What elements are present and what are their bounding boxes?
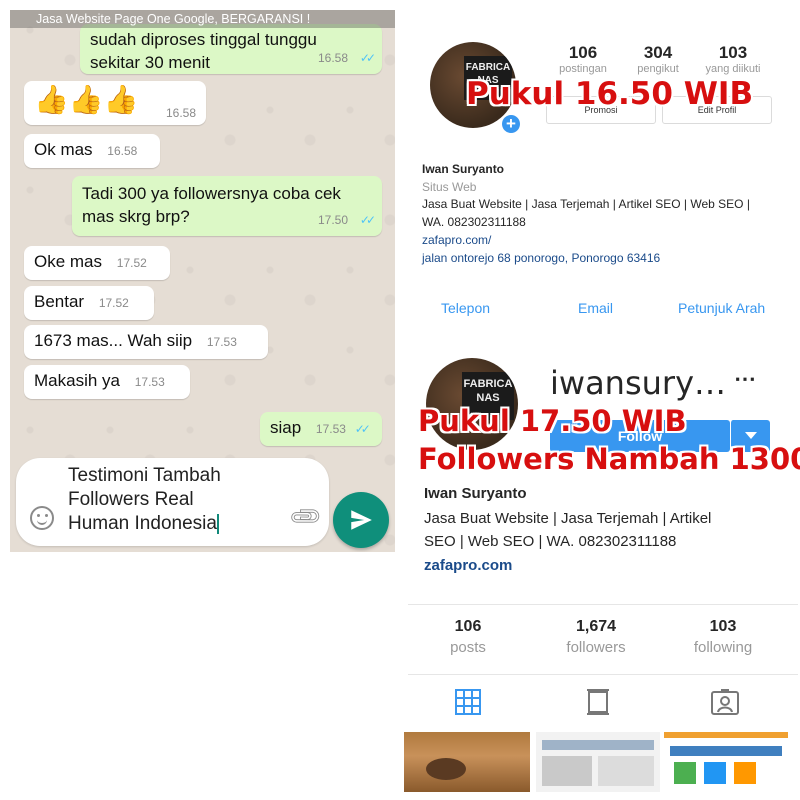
instagram-profile-before: FABRICA NAS + 106 postingan 304 pengikut…	[408, 10, 798, 340]
count-label: posts	[450, 639, 486, 656]
paperclip-icon[interactable]: 📎︎	[287, 498, 325, 536]
profile-name: Iwan Suryanto	[422, 162, 505, 176]
post-thumbnail[interactable]	[664, 732, 788, 792]
thumbnail-image	[598, 756, 654, 786]
instagram-profile-after: FABRICA NAS iwansury… ⋯ Follow Pukul 17.…	[404, 352, 800, 800]
profile-category: Situs Web	[422, 180, 477, 194]
profile-bio-line: Jasa Buat Website | Jasa Terjemah | Arti…	[424, 510, 712, 527]
whatsapp-chat-panel: Jasa Website Page One Google, BERGARANSI…	[10, 10, 395, 552]
stat-posts[interactable]: 106 postingan	[548, 43, 618, 75]
text-caret	[216, 513, 219, 534]
chat-bubble[interactable]: Bentar 17.52	[24, 286, 154, 320]
time-overlay-after: Pukul 17.50 WIB	[418, 404, 687, 438]
message-time: 16.58	[165, 106, 196, 120]
tagged-icon[interactable]	[710, 688, 740, 721]
count-value: 103	[709, 618, 737, 635]
directions-button[interactable]: Petunjuk Arah	[678, 300, 765, 316]
send-icon	[351, 510, 372, 530]
chat-bubble[interactable]: Tadi 300 ya followersnya coba cek mas sk…	[72, 176, 382, 236]
divider	[408, 674, 798, 675]
chat-bubble[interactable]: Ok mas 16.58	[24, 134, 160, 168]
profile-bio-line: Jasa Buat Website | Jasa Terjemah | Arti…	[422, 197, 750, 211]
profile-link[interactable]: zafapro.com/	[422, 233, 491, 247]
feed-icon[interactable]	[584, 688, 612, 721]
message-time: 17.50	[317, 213, 348, 227]
post-thumbnail[interactable]	[404, 732, 530, 792]
stat-following[interactable]: 103 yang diikuti	[698, 43, 768, 75]
thumbnail-tile	[704, 762, 726, 784]
count-label: following	[693, 639, 753, 656]
chat-bubble[interactable]: 👍👍👍 16.58	[24, 81, 206, 125]
thumbnail-object	[426, 758, 466, 780]
email-button[interactable]: Email	[578, 300, 613, 316]
message-time: 16.58	[107, 144, 138, 158]
message-text: sudah diproses tinggal tunggu sekitar 30…	[90, 30, 317, 72]
read-ticks-icon: ✓✓	[359, 213, 376, 227]
username: iwansury…	[550, 364, 726, 402]
stat-label: yang diikuti	[705, 63, 761, 75]
message-time: 17.53	[206, 335, 237, 349]
message-time: 17.53	[134, 375, 165, 389]
read-ticks-icon: ✓✓	[359, 51, 376, 65]
call-button[interactable]: Telepon	[441, 300, 490, 316]
stat-value: 106	[568, 43, 598, 62]
profile-bio-line: WA. 082302311188	[422, 215, 526, 229]
profile-bio-line: SEO | Web SEO | WA. 082302311188	[424, 533, 677, 550]
profile-address[interactable]: jalan ontorejo 68 ponorogo, Ponorogo 634…	[422, 251, 660, 265]
message-text: Makasih ya	[34, 371, 120, 390]
send-button[interactable]	[333, 492, 389, 548]
message-input-text[interactable]: Testimoni Tambah Followers Real Human In…	[68, 464, 288, 536]
message-text: 👍👍👍	[34, 84, 139, 115]
message-time: 17.53	[315, 422, 346, 436]
message-text: 1673 mas... Wah siip	[34, 331, 193, 350]
stat-value: 103	[718, 43, 748, 62]
status-bar: Jasa Website Page One Google, BERGARANSI…	[10, 10, 395, 28]
time-overlay-before: Pukul 16.50 WIB	[466, 76, 754, 112]
count-value: 106	[454, 618, 482, 635]
count-following[interactable]: 103 following	[663, 618, 783, 656]
chat-bubble[interactable]: Oke mas 17.52	[24, 246, 170, 280]
count-posts[interactable]: 106 posts	[408, 618, 528, 656]
message-text: siap	[270, 418, 302, 437]
chat-bubble[interactable]: Makasih ya 17.53	[24, 365, 190, 399]
divider	[408, 604, 798, 605]
chat-bubble[interactable]: 1673 mas... Wah siip 17.53	[24, 325, 268, 359]
read-ticks-icon: ✓✓	[354, 422, 371, 436]
count-followers[interactable]: 1,674 followers	[536, 618, 656, 656]
thumbnail-tile	[734, 762, 756, 784]
post-thumbnail[interactable]	[536, 732, 660, 792]
profile-name: Iwan Suryanto	[424, 485, 527, 502]
message-text: Ok mas	[34, 140, 93, 159]
count-value: 1,674	[575, 618, 617, 635]
thumbnail-header	[670, 746, 782, 756]
followers-gain-overlay: Followers Nambah 1300	[418, 442, 800, 476]
message-input[interactable]: Testimoni Tambah Followers Real Human In…	[16, 458, 329, 546]
chat-bubble[interactable]: siap 17.53 ✓✓	[260, 412, 382, 446]
more-options-icon[interactable]: ⋯	[734, 366, 757, 392]
message-time: 17.52	[116, 256, 147, 270]
chat-bubble[interactable]: sudah diproses tinggal tunggu sekitar 30…	[80, 24, 382, 74]
emoji-icon[interactable]	[30, 506, 54, 530]
message-time: 17.52	[98, 296, 129, 310]
profile-link[interactable]: zafapro.com	[424, 557, 512, 574]
stat-label: postingan	[559, 63, 607, 75]
thumbnail-tile	[674, 762, 696, 784]
thumbnail-image	[542, 756, 592, 786]
message-text: Oke mas	[34, 252, 103, 271]
stat-followers[interactable]: 304 pengikut	[623, 43, 693, 75]
add-story-icon[interactable]: +	[500, 113, 522, 135]
message-time: 16.58	[317, 51, 348, 65]
stat-value: 304	[643, 43, 673, 62]
message-text: Bentar	[34, 292, 85, 311]
stat-label: pengikut	[637, 63, 679, 75]
count-label: followers	[566, 639, 626, 656]
grid-icon[interactable]	[454, 688, 482, 721]
thumbnail-header	[542, 740, 654, 750]
